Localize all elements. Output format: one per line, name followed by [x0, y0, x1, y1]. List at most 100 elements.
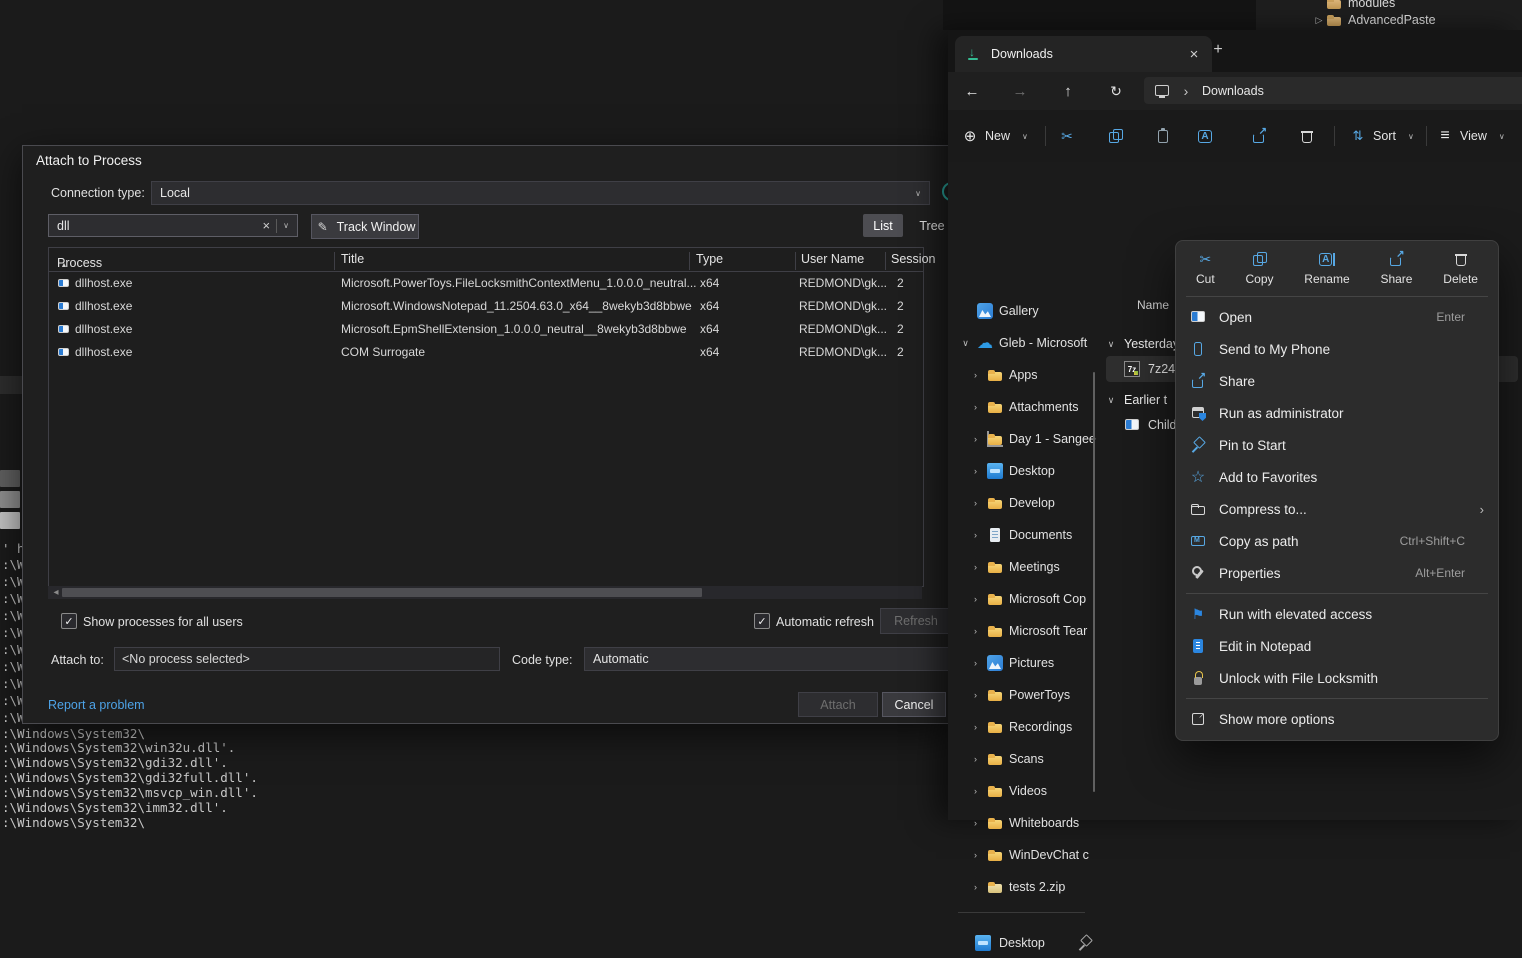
quick-action[interactable]: Share [1380, 251, 1412, 286]
process-row[interactable]: dllhost.exe Microsoft.PowerToys.FileLock… [49, 272, 923, 295]
copy-icon[interactable] [1107, 128, 1123, 144]
chevron-icon[interactable]: ∨ [960, 338, 971, 349]
chevron-down-icon[interactable]: ∨ [1106, 339, 1116, 350]
menu-item[interactable]: Open Enter [1176, 301, 1498, 333]
quick-action[interactable]: Copy [1245, 251, 1273, 286]
quick-action[interactable]: Rename [1304, 251, 1349, 286]
sidebar-item[interactable]: › WinDevChat c [948, 839, 1115, 871]
chevron-icon[interactable]: › [970, 850, 981, 860]
chevron-icon[interactable]: › [970, 754, 981, 764]
sidebar-item[interactable]: › tests 2.zip [948, 871, 1115, 903]
sidebar-item[interactable]: › Day 1 - Sangee [948, 423, 1115, 455]
sidebar-item[interactable]: › Pictures [948, 647, 1115, 679]
attach-button[interactable]: Attach [798, 692, 878, 717]
forward-icon[interactable] [1012, 83, 1028, 99]
sidebar-item[interactable]: › Recordings [948, 711, 1115, 743]
menu-item[interactable]: Send to My Phone [1176, 333, 1498, 365]
column-header-session[interactable]: Session [891, 252, 935, 266]
chevron-icon[interactable]: › [970, 530, 981, 540]
process-row[interactable]: dllhost.exe Microsoft.WindowsNotepad_11.… [49, 295, 923, 318]
code-type-select[interactable]: Automatic [584, 647, 954, 671]
rename-icon[interactable] [1201, 128, 1217, 144]
sidebar-item[interactable]: ∨ Gleb - Microsoft [948, 327, 1105, 359]
attach-to-field[interactable]: <No process selected> [114, 647, 500, 671]
chevron-icon[interactable]: › [970, 402, 981, 412]
process-row[interactable]: dllhost.exe COM Surrogate x64 REDMOND\gk… [49, 341, 923, 364]
this-pc-icon[interactable] [1154, 83, 1170, 99]
menu-item[interactable]: Run as administrator [1176, 397, 1498, 429]
tab-downloads[interactable]: Downloads [955, 36, 1212, 72]
sidebar-item[interactable]: › Scans [948, 743, 1115, 775]
sidebar-item[interactable]: › Microsoft Cop [948, 583, 1115, 615]
chevron-icon[interactable]: › [970, 690, 981, 700]
report-problem-link[interactable]: Report a problem [48, 698, 145, 712]
column-header-title[interactable]: Title [341, 252, 364, 266]
menu-item[interactable]: Run with elevated access [1176, 598, 1498, 630]
menu-item[interactable]: Copy as path Ctrl+Shift+C [1176, 525, 1498, 557]
up-icon[interactable] [1060, 83, 1076, 99]
connection-type-select[interactable]: Local ∨ [151, 181, 930, 205]
chevron-icon[interactable]: › [970, 562, 981, 572]
horizontal-scrollbar[interactable] [48, 586, 922, 599]
close-tab-icon[interactable] [1186, 46, 1202, 62]
menu-item[interactable]: Share [1176, 365, 1498, 397]
breadcrumb-chevron-icon[interactable] [1178, 83, 1194, 99]
chevron-icon[interactable]: › [970, 498, 981, 508]
quick-action[interactable]: Cut [1196, 251, 1215, 286]
list-view-toggle[interactable]: List [863, 214, 903, 237]
sidebar-item[interactable]: › PowerToys [948, 679, 1115, 711]
sidebar-item[interactable]: › Develop [948, 487, 1115, 519]
column-header-user[interactable]: User Name [801, 252, 864, 266]
view-button[interactable]: View ∨ [1437, 128, 1505, 144]
quick-action[interactable]: Delete [1443, 251, 1478, 286]
sidebar-item[interactable]: › Desktop [948, 455, 1115, 487]
automatic-refresh-checkbox[interactable] [754, 613, 770, 629]
menu-item[interactable]: Show more options [1176, 703, 1498, 735]
menu-item[interactable]: Pin to Start [1176, 429, 1498, 461]
chevron-icon[interactable]: › [970, 434, 981, 444]
column-header-name[interactable]: Name [1137, 298, 1169, 312]
refresh-icon[interactable] [1108, 83, 1124, 99]
tree-item[interactable]: ▷ AdvancedPaste [1256, 11, 1522, 29]
scrollbar-thumb[interactable] [62, 588, 702, 597]
scrollbar-block[interactable] [0, 512, 20, 529]
cut-icon[interactable] [1059, 128, 1075, 144]
column-header-process[interactable]: Process [57, 252, 60, 266]
sidebar-item[interactable]: › Videos [948, 775, 1115, 807]
chevron-icon[interactable]: › [970, 626, 981, 636]
chevron-right-icon[interactable]: ▷ [1312, 15, 1326, 26]
breadcrumb-location[interactable]: Downloads [1202, 84, 1264, 98]
address-bar[interactable]: Downloads [1144, 77, 1522, 104]
file-group-header[interactable]: ∨ Earlier t [1106, 388, 1167, 412]
sidebar-item[interactable]: › Whiteboards [948, 807, 1115, 839]
menu-item[interactable]: Properties Alt+Enter [1176, 557, 1498, 589]
process-row[interactable]: dllhost.exe Microsoft.EpmShellExtension_… [49, 318, 923, 341]
chevron-icon[interactable]: › [970, 658, 981, 668]
chevron-icon[interactable]: › [970, 722, 981, 732]
refresh-button[interactable]: Refresh [880, 608, 952, 634]
column-header-type[interactable]: Type [696, 252, 723, 266]
sidebar-item[interactable]: › Documents [948, 519, 1115, 551]
tree-view-toggle[interactable]: Tree [914, 214, 950, 237]
clear-filter-icon[interactable]: × [263, 218, 271, 233]
sidebar-scrollbar[interactable] [1093, 372, 1095, 792]
sidebar-item[interactable]: › Apps [948, 359, 1115, 391]
cancel-button[interactable]: Cancel [882, 692, 946, 717]
process-filter-input[interactable]: dll × ∨ [48, 214, 298, 237]
scrollbar-block[interactable] [0, 491, 20, 508]
sidebar-item-desktop-pinned[interactable]: Desktop [975, 928, 1093, 958]
track-window-button[interactable]: Track Window [311, 214, 419, 239]
sidebar-item[interactable]: Gallery [948, 295, 1105, 327]
chevron-down-icon[interactable]: ∨ [1106, 395, 1116, 406]
chevron-icon[interactable]: › [970, 786, 981, 796]
paste-icon[interactable] [1155, 128, 1171, 144]
sidebar-item[interactable]: › Attachments [948, 391, 1115, 423]
chevron-icon[interactable]: › [970, 466, 981, 476]
chevron-icon[interactable]: › [970, 594, 981, 604]
scrollbar-block[interactable] [0, 470, 20, 487]
file-group-header[interactable]: ∨ Yesterday [1106, 332, 1179, 356]
menu-item[interactable]: Edit in Notepad [1176, 630, 1498, 662]
sidebar-item[interactable]: › Meetings [948, 551, 1115, 583]
sort-button[interactable]: Sort ∨ [1350, 128, 1414, 144]
new-button[interactable]: New ∨ [962, 128, 1028, 144]
